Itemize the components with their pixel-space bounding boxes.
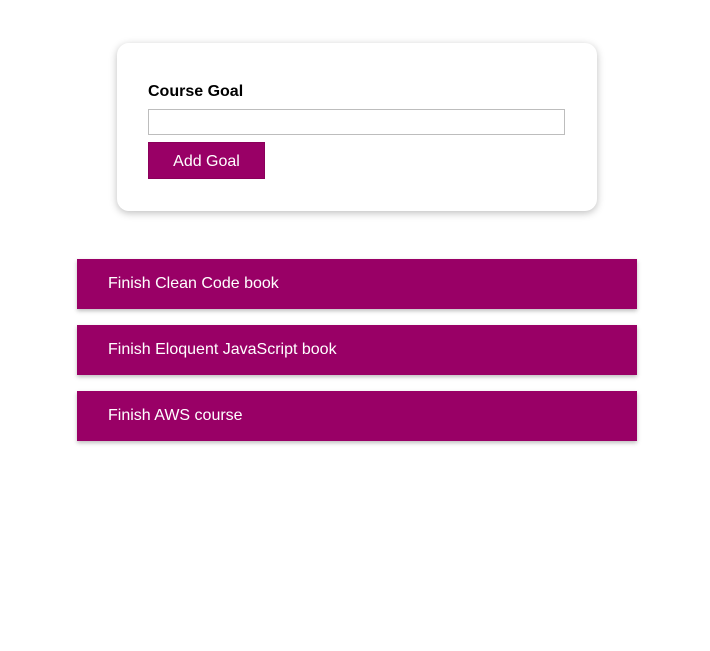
goal-form-card: Course Goal Add Goal [117,43,597,211]
goal-item-aws-course[interactable]: Finish AWS course [77,391,637,441]
add-goal-button[interactable]: Add Goal [148,142,265,179]
course-goal-label: Course Goal [148,83,244,100]
goal-item-eloquent-js[interactable]: Finish Eloquent JavaScript book [77,325,637,375]
course-goal-input[interactable] [148,109,565,135]
goal-list: Finish Clean Code book Finish Eloquent J… [77,259,637,457]
goal-item-clean-code[interactable]: Finish Clean Code book [77,259,637,309]
